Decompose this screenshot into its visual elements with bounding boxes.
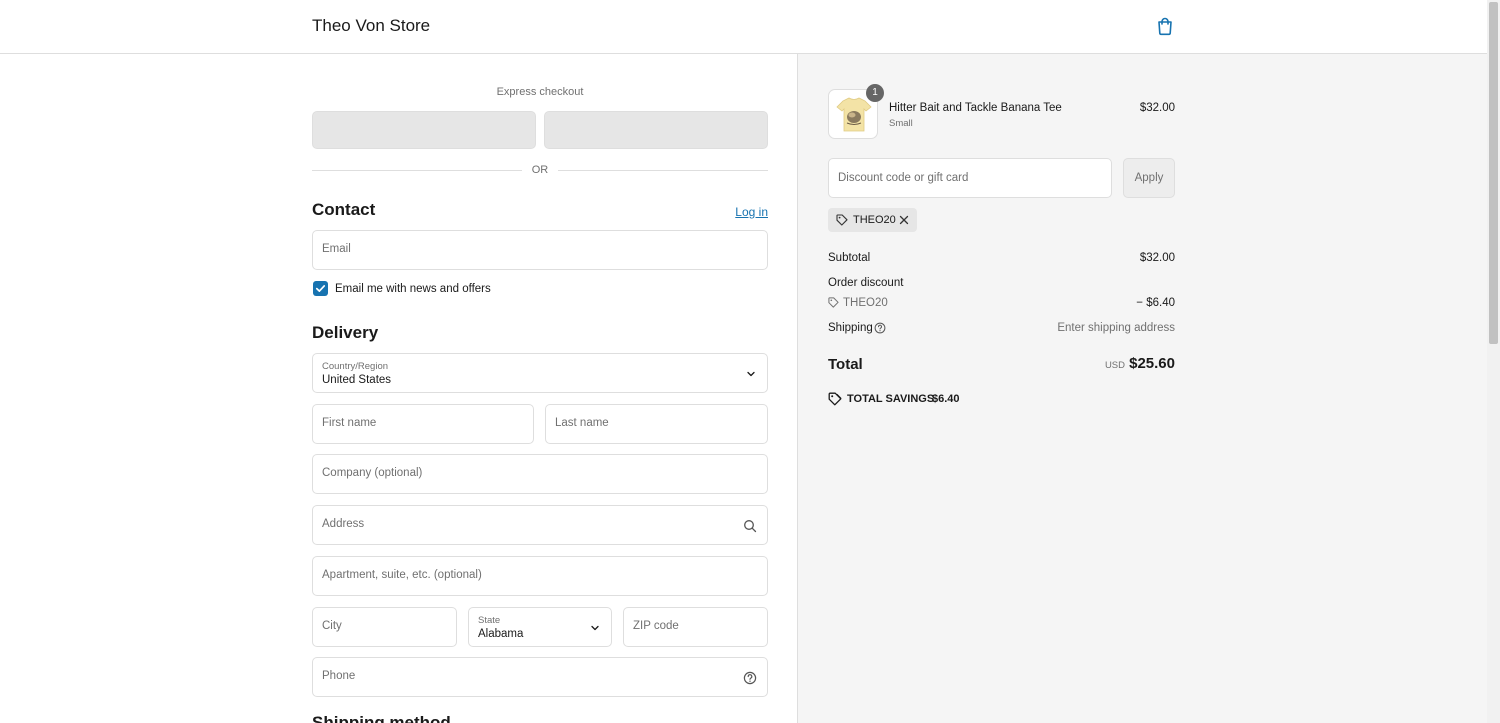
state-select[interactable]: State Alabama	[468, 607, 612, 647]
shopping-bag-icon[interactable]	[1155, 16, 1175, 36]
newsletter-label[interactable]: Email me with news and offers	[335, 283, 491, 295]
applied-discount-chip: THEO20	[828, 208, 917, 232]
newsletter-checkbox[interactable]	[313, 281, 328, 296]
discount-value: − $6.40	[1136, 297, 1175, 309]
currency-code: USD	[1104, 360, 1125, 371]
discount-code-input[interactable]: Discount code or gift card	[828, 158, 1112, 198]
help-icon[interactable]	[743, 671, 757, 685]
country-select[interactable]: Country/Region United States	[312, 353, 768, 393]
tag-icon	[828, 297, 839, 308]
applied-code-text: THEO20	[853, 214, 896, 226]
chevron-down-icon	[747, 371, 755, 377]
phone-field[interactable]: Phone	[312, 657, 768, 697]
shipping-method-heading: Shipping method	[312, 713, 451, 723]
store-title[interactable]: Theo Von Store	[312, 16, 430, 36]
address-field[interactable]: Address	[312, 505, 768, 545]
checkmark-icon	[315, 285, 326, 292]
address-placeholder: Address	[322, 518, 365, 530]
order-discount-label: Order discount	[828, 277, 904, 289]
city-field[interactable]: City	[312, 607, 457, 647]
divider-left	[312, 170, 522, 171]
search-icon[interactable]	[743, 519, 757, 533]
close-icon[interactable]	[899, 215, 909, 225]
shipping-label: Shipping	[828, 322, 873, 334]
scrollbar[interactable]	[1487, 0, 1500, 723]
last-name-placeholder: Last name	[555, 417, 609, 429]
subtotal-label: Subtotal	[828, 252, 871, 264]
city-placeholder: City	[322, 620, 342, 632]
scrollbar-thumb[interactable]	[1489, 2, 1498, 344]
country-label: Country/Region	[322, 361, 389, 372]
discount-placeholder: Discount code or gift card	[838, 172, 969, 184]
first-name-field[interactable]: First name	[312, 404, 534, 444]
total-label: Total	[828, 356, 863, 373]
express-checkout-label: Express checkout	[496, 86, 584, 98]
contact-heading: Contact	[312, 200, 376, 219]
company-field[interactable]: Company (optional)	[312, 454, 768, 494]
total-value: $25.60	[1129, 355, 1175, 372]
company-placeholder: Company (optional)	[322, 467, 423, 479]
email-placeholder: Email	[322, 243, 351, 255]
email-field[interactable]: Email	[312, 230, 768, 270]
last-name-field[interactable]: Last name	[545, 404, 768, 444]
zip-field[interactable]: ZIP code	[623, 607, 768, 647]
quantity-badge: 1	[866, 84, 884, 102]
total-savings-label: TOTAL SAVINGS	[847, 393, 935, 405]
savings-tag-icon	[828, 392, 842, 406]
total-savings-value: $6.40	[932, 393, 960, 405]
apartment-placeholder: Apartment, suite, etc. (optional)	[322, 569, 482, 581]
discount-code-label: THEO20	[843, 297, 888, 309]
product-price: $32.00	[1139, 102, 1175, 114]
chevron-down-icon	[591, 625, 599, 631]
header: Theo Von Store	[0, 0, 1487, 54]
first-name-placeholder: First name	[322, 417, 377, 429]
tag-icon	[836, 214, 848, 226]
or-divider-text: OR	[531, 164, 549, 176]
shipping-value: Enter shipping address	[1057, 322, 1175, 334]
state-value: Alabama	[478, 628, 524, 640]
apply-discount-button[interactable]: Apply	[1123, 158, 1175, 198]
divider-right	[558, 170, 768, 171]
express-pay-button-2[interactable]	[544, 111, 768, 149]
country-value: United States	[322, 374, 392, 386]
help-icon[interactable]	[874, 322, 886, 334]
zip-placeholder: ZIP code	[633, 620, 679, 632]
express-pay-button-1[interactable]	[312, 111, 536, 149]
login-link[interactable]: Log in	[735, 205, 768, 219]
order-summary-panel	[797, 54, 1487, 723]
delivery-heading: Delivery	[312, 323, 379, 342]
subtotal-value: $32.00	[1139, 252, 1175, 264]
apartment-field[interactable]: Apartment, suite, etc. (optional)	[312, 556, 768, 596]
state-label: State	[478, 615, 501, 626]
product-variant: Small	[889, 118, 913, 129]
product-name: Hitter Bait and Tackle Banana Tee	[889, 102, 1062, 114]
phone-placeholder: Phone	[322, 670, 356, 682]
